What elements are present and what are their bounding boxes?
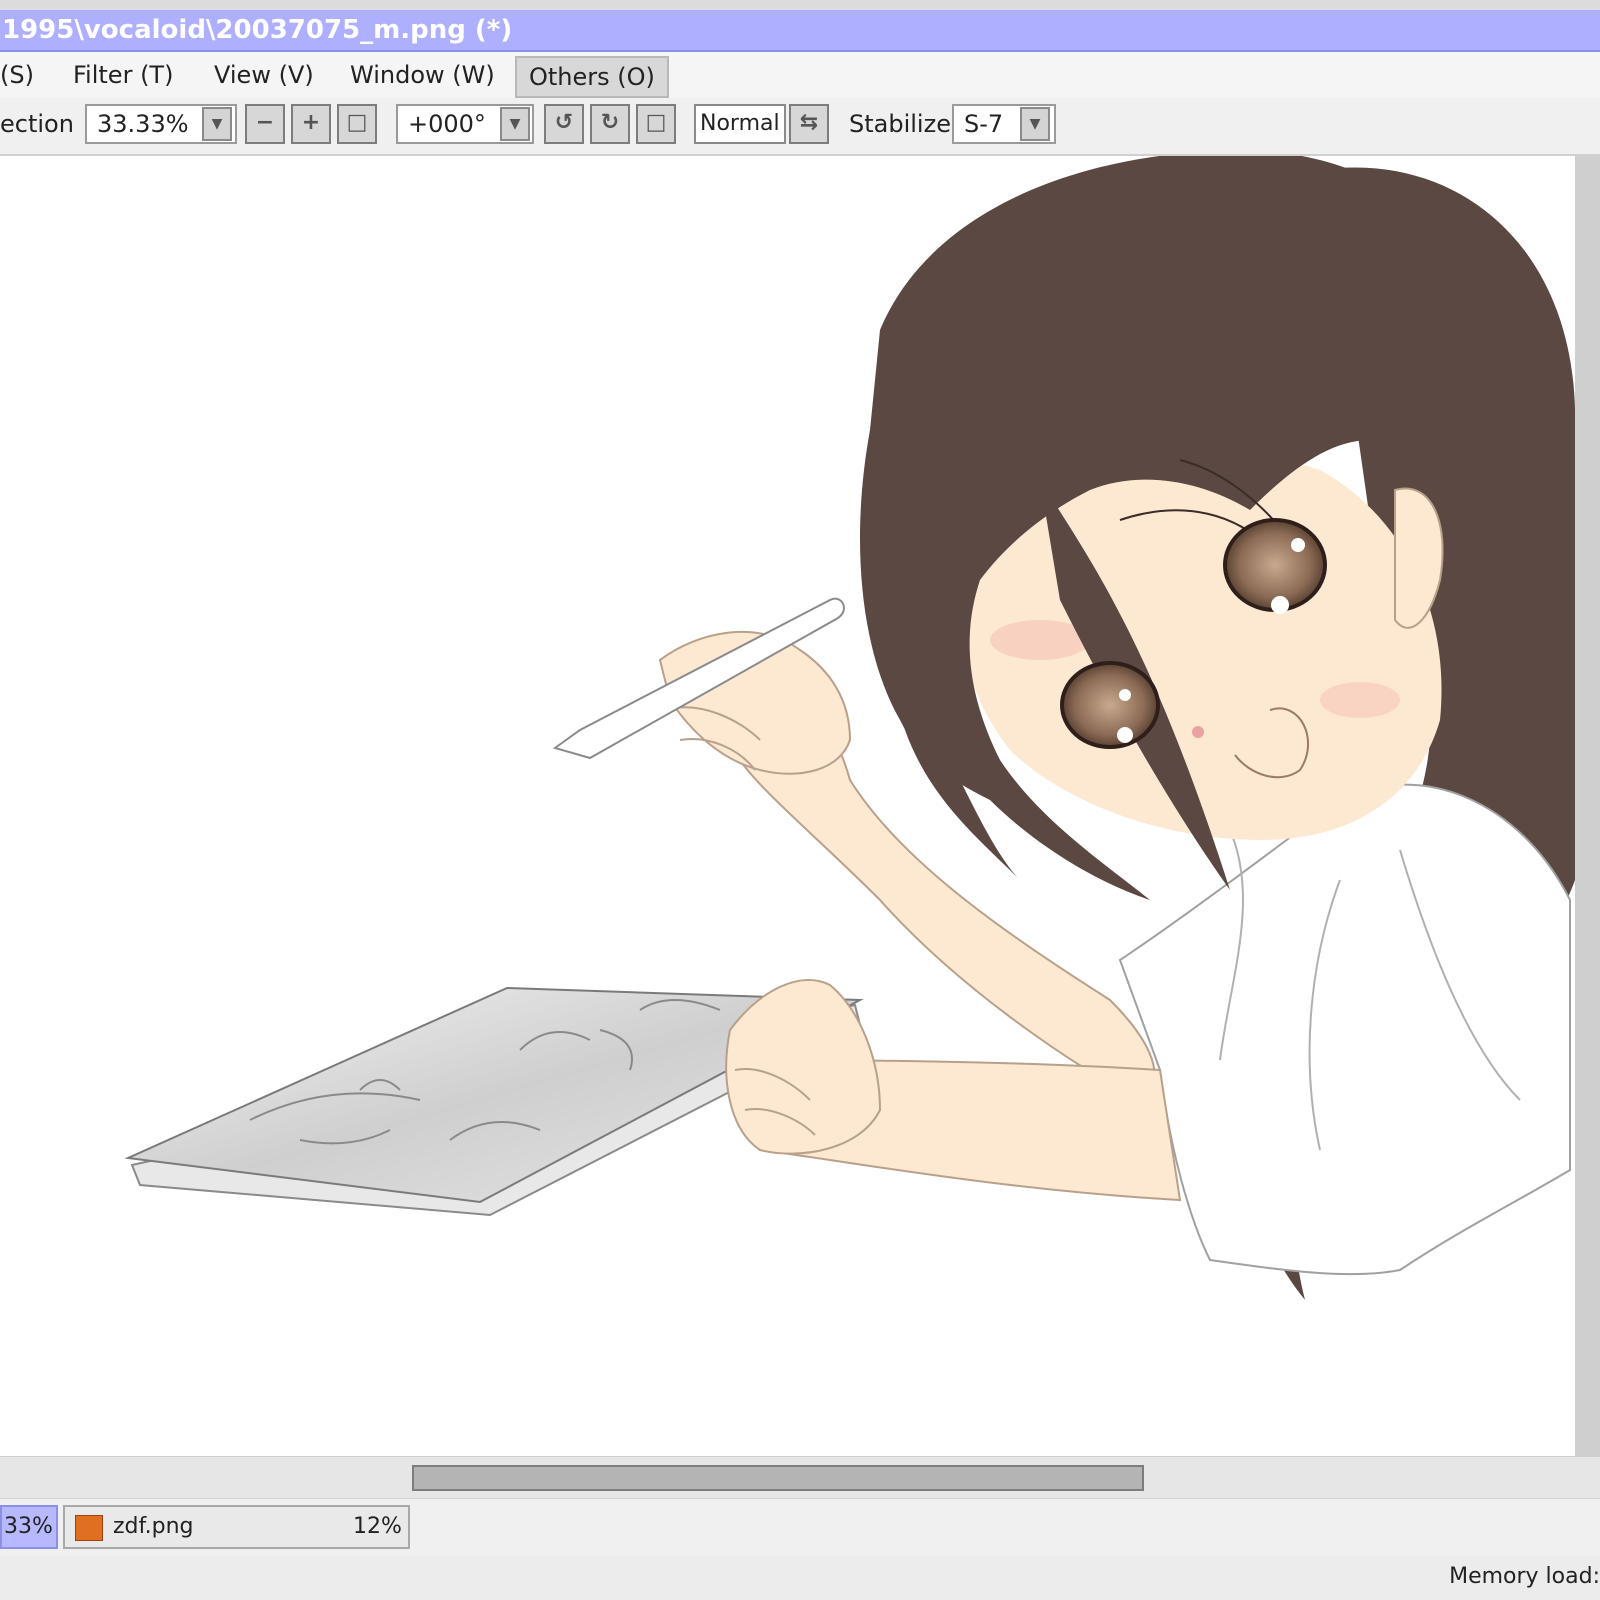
rotate-right-icon: ↻ [600, 110, 620, 135]
stabilizer-dropdown-button[interactable]: ▼ [1020, 107, 1050, 141]
rotate-right-button[interactable]: ↻ [590, 104, 630, 144]
rotation-dropdown-button[interactable]: ▼ [500, 107, 530, 141]
rotate-left-button[interactable]: ↺ [544, 104, 584, 144]
rotate-left-icon: ↺ [554, 110, 574, 135]
menu-bar: (S) Filter (T) View (V) Window (W) Other… [0, 52, 1600, 98]
view-mode-toggle[interactable]: Normal [694, 104, 786, 144]
selection-label: ection [0, 110, 74, 138]
zoom-reset-button[interactable]: □ [337, 104, 377, 144]
toolbar: ection 33.33% ▼ − + □ +000° ▼ ↺ ↻ □ Norm… [0, 98, 1600, 156]
character-illustration [552, 156, 1575, 1300]
tab-zdf-png[interactable]: zdf.png 12% [63, 1505, 410, 1549]
zoom-in-button[interactable]: + [291, 104, 331, 144]
tab-zoom-percent: 33% [4, 1514, 53, 1539]
horizontal-scrollbar-thumb[interactable] [412, 1465, 1144, 1491]
horizontal-scrollbar[interactable] [0, 1456, 1600, 1499]
stabilizer-label: Stabilizer [849, 110, 961, 138]
document-tabs: 33% zdf.png 12% [0, 1498, 1600, 1557]
menu-filter[interactable]: Filter (T) [73, 56, 173, 94]
menu-window[interactable]: Window (W) [350, 56, 495, 94]
tab-zoom-percent: 12% [353, 1514, 402, 1539]
zoom-value: 33.33% [97, 110, 189, 138]
menu-selection[interactable]: (S) [0, 56, 34, 94]
plus-icon: + [301, 110, 321, 135]
chevron-down-icon: ▼ [509, 116, 521, 132]
window-title-bar[interactable]: 1995\vocaloid\20037075_m.png (*) [0, 10, 1600, 52]
top-strip [0, 0, 1600, 10]
flip-horizontal-button[interactable]: ⇆ [789, 104, 829, 144]
view-mode-label: Normal [700, 111, 780, 136]
tab-current-document[interactable]: 33% [0, 1505, 58, 1549]
flip-icon: ⇆ [799, 110, 819, 135]
memory-load-label: Memory load: [1449, 1564, 1600, 1589]
minus-icon: − [255, 110, 275, 135]
square-icon: □ [645, 110, 667, 135]
window-title: 1995\vocaloid\20037075_m.png (*) [2, 15, 513, 45]
zoom-out-button[interactable]: − [245, 104, 285, 144]
chevron-down-icon: ▼ [1029, 116, 1041, 132]
status-bar: Memory load: [0, 1556, 1600, 1600]
menu-others[interactable]: Others (O) [515, 56, 669, 98]
chevron-down-icon: ▼ [211, 116, 223, 132]
square-icon: □ [346, 110, 368, 135]
vertical-scrollbar[interactable] [1575, 156, 1600, 1456]
rotation-value: +000° [408, 110, 486, 138]
left-eye [1060, 661, 1160, 749]
rotate-reset-button[interactable]: □ [636, 104, 676, 144]
image-file-icon [75, 1515, 103, 1541]
tab-file-name: zdf.png [113, 1514, 194, 1539]
drawing-canvas[interactable] [0, 156, 1575, 1456]
menu-view[interactable]: View (V) [214, 56, 314, 94]
zoom-dropdown-button[interactable]: ▼ [202, 107, 232, 141]
canvas-artwork [124, 156, 1575, 1300]
stabilizer-value: S-7 [964, 110, 1004, 138]
